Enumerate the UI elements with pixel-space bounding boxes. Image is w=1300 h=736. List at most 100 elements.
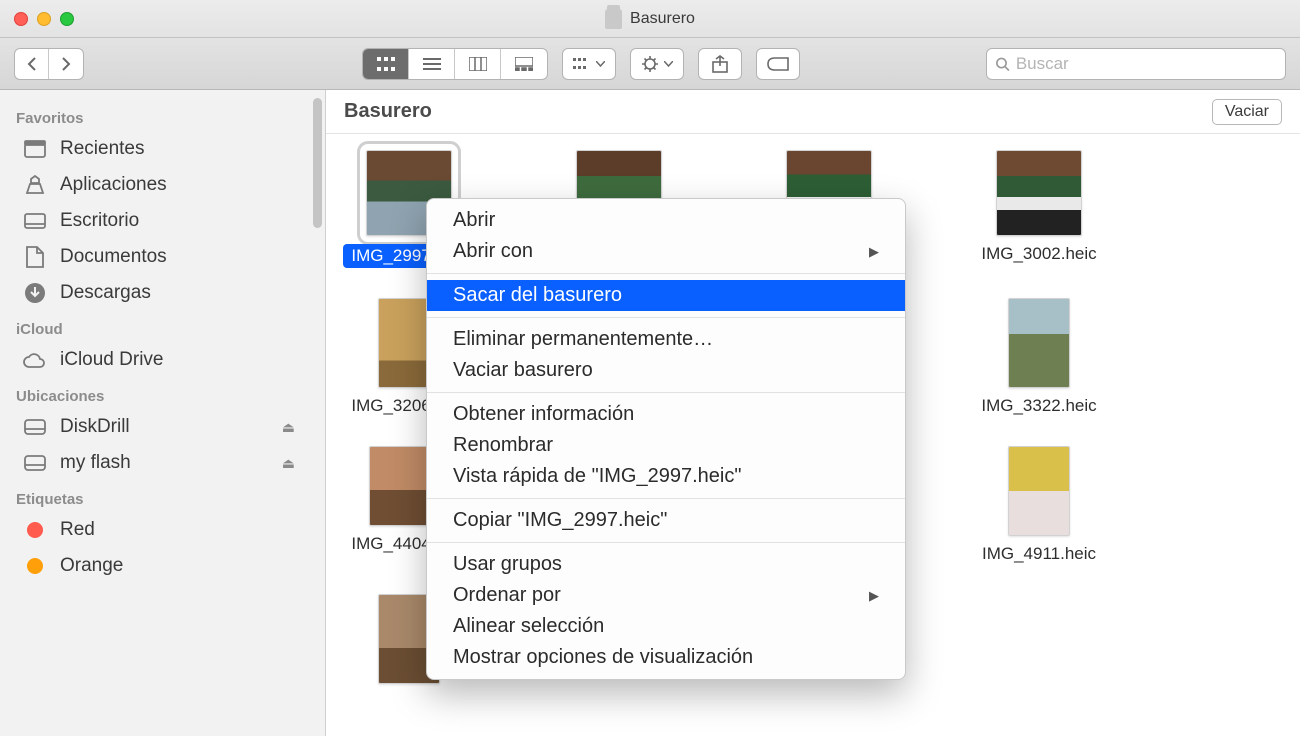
sidebar-section-title: Ubicaciones [0,378,325,409]
cloud-icon [22,352,48,368]
menu-item-label: Abrir con [453,240,533,263]
menu-item[interactable]: Sacar del basurero [427,280,905,311]
disk-icon [22,419,48,435]
file-thumbnail [1008,298,1070,388]
trash-icon [605,9,622,29]
sidebar-item-icloud-drive[interactable]: iCloud Drive [0,342,325,378]
menu-item-label: Vista rápida de "IMG_2997.heic" [453,465,741,488]
action-menu-button[interactable] [630,48,684,80]
window-controls [14,12,74,26]
menu-item[interactable]: Copiar "IMG_2997.heic" [427,505,905,536]
menu-item[interactable]: Abrir con ▶ [427,236,905,267]
file-grid[interactable]: IMG_2997.heicIMG_2998.heicIMG_3000.heicI… [326,134,1300,736]
column-view-button[interactable] [455,49,501,79]
sidebar-item-my-flash[interactable]: my flash ⏏ [0,445,325,481]
menu-item-label: Ordenar por [453,584,561,607]
eject-icon[interactable]: ⏏ [282,455,295,472]
search-icon [995,56,1010,72]
sidebar-item-label: Recientes [60,138,145,160]
menu-item-label: Vaciar basurero [453,359,593,382]
tag-icon [22,558,48,574]
file-name-label: IMG_3002.heic [981,244,1096,264]
menu-item[interactable]: Abrir [427,205,905,236]
menu-item-label: Copiar "IMG_2997.heic" [453,509,667,532]
menu-item-label: Alinear selección [453,615,604,638]
menu-item[interactable]: Usar grupos [427,549,905,580]
menu-item[interactable]: Eliminar permanentemente… [427,324,905,355]
titlebar: Basurero [0,0,1300,38]
file-thumbnail [1008,446,1070,536]
apps-icon [22,175,48,195]
sidebar-item-descargas[interactable]: Descargas [0,275,325,311]
minimize-window-button[interactable] [37,12,51,26]
sidebar-item-escritorio[interactable]: Escritorio [0,203,325,239]
sidebar-section-title: Etiquetas [0,481,325,512]
download-icon [22,282,48,304]
sidebar-section-title: Favoritos [0,100,325,131]
menu-item[interactable]: Vaciar basurero [427,355,905,386]
menu-item-label: Usar grupos [453,553,562,576]
tag-icon [22,522,48,538]
menu-item-label: Mostrar opciones de visualización [453,646,753,669]
location-title: Basurero [344,100,432,123]
file-item[interactable]: IMG_4911.heic [974,446,1104,564]
menu-item[interactable]: Alinear selección [427,611,905,642]
forward-button[interactable] [49,49,83,79]
recents-icon [22,140,48,158]
icon-view-button[interactable] [363,49,409,79]
sidebar-item-documentos[interactable]: Documentos [0,239,325,275]
docs-icon [22,246,48,268]
sidebar-item-red[interactable]: Red [0,512,325,548]
sidebar-item-label: DiskDrill [60,416,130,438]
context-menu: Abrir Abrir con ▶ Sacar del basurero Elimina… [426,198,906,680]
file-item[interactable]: IMG_3322.heic [974,298,1104,416]
back-button[interactable] [15,49,49,79]
menu-item-label: Sacar del basurero [453,284,622,307]
menu-item-label: Obtener información [453,403,634,426]
sidebar: Favoritos Recientes Aplicaciones Escritorio… [0,90,326,736]
sidebar-item-aplicaciones[interactable]: Aplicaciones [0,167,325,203]
sidebar-item-label: Red [60,519,95,541]
disk-icon [22,455,48,471]
sidebar-item-recientes[interactable]: Recientes [0,131,325,167]
close-window-button[interactable] [14,12,28,26]
sidebar-item-label: Orange [60,555,123,577]
location-bar: Basurero Vaciar [326,90,1300,134]
nav-segment [14,48,84,80]
menu-item-label: Abrir [453,209,495,232]
sidebar-item-diskdrill[interactable]: DiskDrill ⏏ [0,409,325,445]
file-item[interactable]: IMG_3002.heic [974,150,1104,268]
search-field[interactable] [986,48,1286,80]
empty-trash-button[interactable]: Vaciar [1212,99,1282,125]
list-view-button[interactable] [409,49,455,79]
share-button[interactable] [698,48,742,80]
sidebar-section-title: iCloud [0,311,325,342]
menu-item-label: Renombrar [453,434,553,457]
menu-item[interactable]: Renombrar [427,430,905,461]
file-name-label: IMG_3322.heic [981,396,1096,416]
desktop-icon [22,213,48,229]
gallery-view-button[interactable] [501,49,547,79]
sidebar-item-label: iCloud Drive [60,349,163,371]
eject-icon[interactable]: ⏏ [282,419,295,436]
content-area: Basurero Vaciar IMG_2997.heicIMG_2998.he… [326,90,1300,736]
sidebar-item-orange[interactable]: Orange [0,548,325,584]
menu-item[interactable]: Mostrar opciones de visualización [427,642,905,673]
toolbar [0,38,1300,90]
submenu-arrow-icon: ▶ [869,244,879,260]
window-title: Basurero [630,10,695,28]
sidebar-item-label: Documentos [60,246,167,268]
menu-item-label: Eliminar permanentemente… [453,328,713,351]
group-by-button[interactable] [562,48,616,80]
tags-button[interactable] [756,48,800,80]
zoom-window-button[interactable] [60,12,74,26]
sidebar-item-label: my flash [60,452,131,474]
sidebar-item-label: Descargas [60,282,151,304]
submenu-arrow-icon: ▶ [869,588,879,604]
menu-item[interactable]: Ordenar por ▶ [427,580,905,611]
sidebar-item-label: Escritorio [60,210,139,232]
search-input[interactable] [1016,54,1277,74]
menu-item[interactable]: Obtener información [427,399,905,430]
menu-item[interactable]: Vista rápida de "IMG_2997.heic" [427,461,905,492]
sidebar-item-label: Aplicaciones [60,174,167,196]
